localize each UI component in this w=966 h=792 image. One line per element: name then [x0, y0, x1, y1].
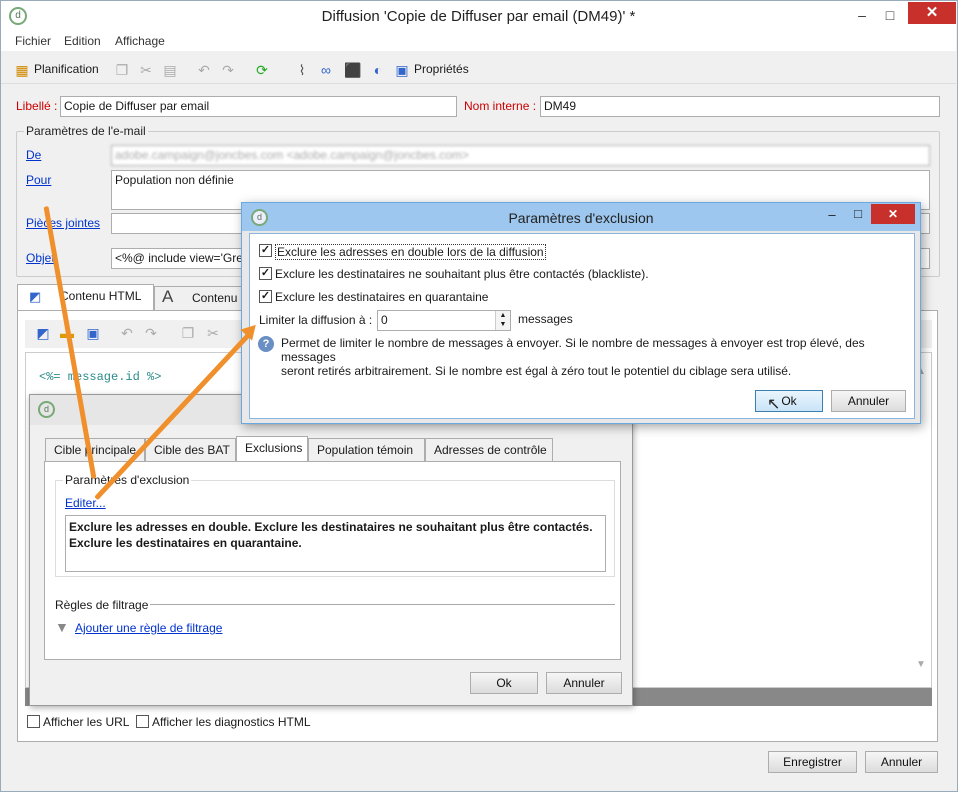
mouse-cursor-icon: ↖ — [767, 396, 781, 413]
gift-icon[interactable]: ⬛ — [344, 62, 361, 78]
show-diagnostics-label: Afficher les diagnostics HTML — [152, 715, 311, 729]
exclude-duplicates-checkbox[interactable]: ✓ — [259, 244, 272, 257]
limit-input[interactable]: 0 — [377, 310, 511, 331]
planification-button[interactable]: Planification — [34, 62, 99, 76]
attachment-icon[interactable]: ⌇ — [294, 62, 310, 78]
rules-title: Règles de filtrage — [55, 598, 149, 612]
calendar-icon[interactable]: ▦ — [14, 62, 30, 78]
paste-icon[interactable]: ▤ — [162, 62, 178, 78]
redo-icon[interactable]: ↷ — [220, 62, 236, 78]
exclusion-summary: Exclure les adresses en double. Exclure … — [65, 515, 606, 572]
exclusion-summary-line1: Exclure les adresses en double. Exclure … — [69, 520, 593, 534]
menu-affichage[interactable]: Affichage — [115, 34, 165, 48]
nom-interne-label: Nom interne : — [464, 99, 537, 113]
menu-edition[interactable]: Edition — [64, 34, 101, 48]
editor-redo-icon[interactable]: ↷ — [143, 325, 159, 341]
undo-icon[interactable]: ↶ — [196, 62, 212, 78]
objet-link[interactable]: Objet — [26, 251, 55, 265]
dialog-cancel-button[interactable]: Annuler — [831, 390, 906, 412]
exclude-blacklist-label: Exclure les destinataires ne souhaitant … — [275, 267, 649, 281]
exclude-duplicates-label: Exclure les adresses en double lors de l… — [275, 244, 546, 260]
exclude-quarantine-checkbox[interactable]: ✓ — [259, 290, 272, 303]
save-icon[interactable]: ▣ — [85, 325, 101, 341]
pieces-jointes-link[interactable]: Pièces jointes — [26, 216, 100, 230]
tab-adresses-controle[interactable]: Adresses de contrôle — [425, 438, 553, 462]
html-icon: ◩ — [29, 289, 42, 304]
menu-bar: Fichier Edition Affichage — [1, 31, 956, 51]
exclusion-summary-line2: Exclure les destinataires en quarantaine… — [69, 536, 302, 550]
exclusion-dialog-title: Paramètres d'exclusion — [508, 210, 654, 226]
help-text: Permet de limiter le nombre de messages … — [281, 336, 865, 378]
dialog-minimize-button[interactable]: – — [822, 207, 842, 222]
sync-icon[interactable]: ◐ — [370, 62, 386, 78]
dialog-maximize-button[interactable]: □ — [848, 206, 868, 221]
tab-exclusions[interactable]: Exclusions — [236, 436, 308, 462]
toolbar: ▦ Planification ❐ ✂ ▤ ↶ ↷ ⟳ ⌇ ∞ ⬛ ◐ ▣ Pr… — [1, 56, 956, 84]
show-diagnostics-checkbox[interactable] — [136, 715, 149, 728]
de-input[interactable]: adobe.campaign@joncbes.com <adobe.campai… — [111, 145, 930, 166]
limit-spinner[interactable]: ▲ ▼ — [495, 311, 510, 330]
close-button[interactable]: ✕ — [908, 2, 956, 24]
editor-cut-icon[interactable]: ✂ — [205, 325, 221, 341]
filter-icon: ▼ — [55, 619, 69, 635]
editor-copy-icon[interactable]: ❐ — [180, 325, 196, 341]
minimize-button[interactable]: – — [849, 5, 875, 25]
exclude-quarantine-label: Exclure les destinataires en quarantaine — [275, 290, 489, 304]
save-button[interactable]: Enregistrer — [768, 751, 857, 773]
maximize-button[interactable]: □ — [877, 5, 903, 25]
cut-icon[interactable]: ✂ — [138, 62, 154, 78]
email-params-title: Paramètres de l'e-mail — [24, 124, 148, 138]
app-logo-icon: d — [38, 401, 55, 418]
copy-icon[interactable]: ❐ — [114, 62, 130, 78]
exclusion-dialog-titlebar: d Paramètres d'exclusion – □ ✕ — [242, 203, 920, 231]
text-icon: A — [162, 287, 174, 306]
title-bar: d Diffusion 'Copie de Diffuser par email… — [1, 1, 956, 31]
inner-cancel-button[interactable]: Annuler — [546, 672, 622, 694]
menu-fichier[interactable]: Fichier — [15, 34, 51, 48]
inner-ok-button[interactable]: Ok — [470, 672, 538, 694]
help-icon: ? — [258, 336, 274, 352]
dialog-ok-button[interactable]: Ok — [755, 390, 823, 412]
show-urls-label: Afficher les URL — [43, 715, 130, 729]
exclude-blacklist-checkbox[interactable]: ✓ — [259, 267, 272, 280]
show-urls-checkbox[interactable] — [27, 715, 40, 728]
pour-link[interactable]: Pour — [26, 173, 51, 187]
de-link[interactable]: De — [26, 148, 41, 162]
limit-unit: messages — [518, 312, 573, 326]
proprietes-button[interactable]: Propriétés — [414, 62, 469, 76]
refresh-icon[interactable]: ⟳ — [254, 62, 270, 78]
cancel-button[interactable]: Annuler — [865, 751, 938, 773]
window-title: Diffusion 'Copie de Diffuser par email (… — [321, 8, 636, 25]
properties-icon[interactable]: ▣ — [394, 62, 410, 78]
dialog-close-button[interactable]: ✕ — [871, 204, 915, 224]
editor-undo-icon[interactable]: ↶ — [119, 325, 135, 341]
exclusion-group-title: Paramètres d'exclusion — [63, 473, 192, 487]
nom-interne-input[interactable]: DM49 — [540, 96, 940, 117]
new-icon[interactable]: ◩ — [35, 325, 51, 341]
rules-divider — [150, 604, 615, 605]
libelle-label: Libellé : — [16, 99, 58, 113]
add-rule-link[interactable]: Ajouter une règle de filtrage — [75, 621, 222, 635]
link-icon[interactable]: ∞ — [318, 62, 334, 78]
libelle-input[interactable]: Copie de Diffuser par email — [60, 96, 457, 117]
tab-cible-bat[interactable]: Cible des BAT — [145, 438, 236, 462]
limit-label: Limiter la diffusion à : — [259, 313, 373, 327]
editor-code: <%= message.id %> — [39, 370, 162, 384]
tab-population-temoin[interactable]: Population témoin — [308, 438, 425, 462]
